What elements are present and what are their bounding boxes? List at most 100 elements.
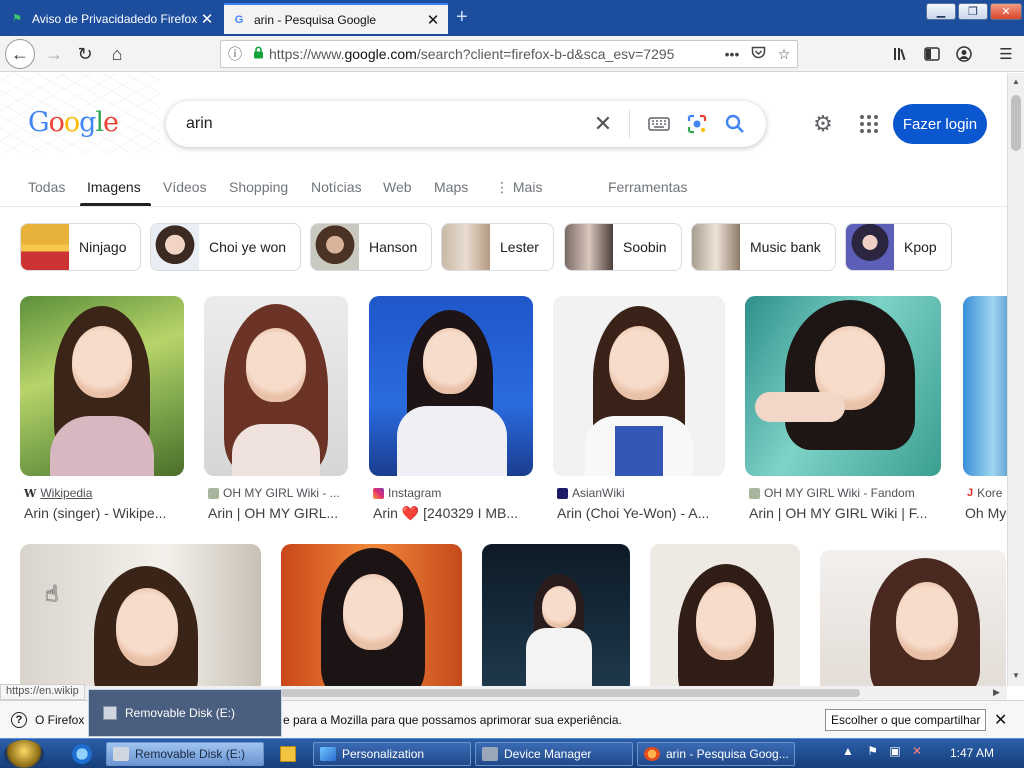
scroll-up-arrow-icon[interactable]: ▲	[1012, 77, 1020, 86]
tab-web[interactable]: Web	[383, 179, 412, 195]
tab-news[interactable]: Notícias	[311, 179, 362, 195]
result-caption[interactable]: Arin | OH MY GIRL...	[208, 505, 348, 521]
related-chip-lester[interactable]: Lester	[441, 223, 554, 271]
pocket-icon[interactable]	[745, 46, 771, 63]
taskbar-item-device-manager[interactable]: Device Manager	[475, 742, 633, 766]
result-source[interactable]: OH MY GIRL Wiki - Fandom	[749, 486, 915, 500]
site-info-icon[interactable]: ⓘ	[221, 44, 249, 64]
search-box[interactable]: arin ✕	[166, 101, 766, 147]
tab-maps[interactable]: Maps	[434, 179, 468, 195]
chip-thumbnail	[846, 224, 894, 270]
related-chip-soobin[interactable]: Soobin	[564, 223, 682, 271]
result-caption[interactable]: Arin ❤️ [240329 I MB...	[373, 505, 533, 522]
volume-muted-icon[interactable]: ✕	[912, 744, 922, 758]
screen: ⚑ Aviso de Privacidadedo Firefox ✕ G ari…	[0, 0, 1024, 768]
google-results-page: Google arin ✕ ⚙ Fazer login Todas Imagen…	[0, 73, 1007, 686]
tab-more[interactable]: ⋮ Mais	[495, 179, 542, 196]
search-magnifier-icon[interactable]	[716, 109, 754, 139]
tab-title: arin - Pesquisa Google	[254, 12, 377, 27]
reload-icon[interactable]: ↻	[71, 40, 99, 68]
sidebar-icon[interactable]	[921, 44, 943, 64]
tab-shopping[interactable]: Shopping	[229, 179, 288, 195]
result-caption[interactable]: Arin | OH MY GIRL Wiki | F...	[749, 505, 941, 521]
browser-tab-google-search[interactable]: G arin - Pesquisa Google ✕	[224, 3, 448, 34]
address-bar[interactable]: ⓘ https://www.google.com/search?client=f…	[220, 40, 798, 68]
related-chip-hanson[interactable]: Hanson	[310, 223, 433, 271]
choose-what-to-share-button[interactable]: Escolher o que compartilhar	[825, 709, 987, 731]
result-image[interactable]	[20, 296, 184, 476]
vertical-scrollbar[interactable]: ▲ ▼	[1007, 73, 1024, 686]
page-actions-menu-icon[interactable]: •••	[719, 46, 745, 62]
restore-window-icon[interactable]: ❐	[958, 3, 988, 20]
hamburger-menu-icon[interactable]: ☰	[995, 44, 1017, 64]
scroll-right-arrow-icon[interactable]: ▶	[993, 687, 1000, 698]
forward-arrow-icon[interactable]: →	[40, 40, 68, 68]
help-question-icon: ?	[11, 711, 27, 728]
close-tab-icon[interactable]: ✕	[426, 11, 440, 29]
result-caption[interactable]: Arin (singer) - Wikipe...	[24, 505, 184, 521]
system-clock[interactable]: 1:47 AM	[950, 746, 994, 760]
result-image[interactable]	[553, 296, 725, 476]
result-caption[interactable]: Arin (Choi Ye-Won) - A...	[557, 505, 725, 521]
taskbar-item-removable-disk[interactable]: Removable Disk (E:)	[106, 742, 264, 766]
browser-tab-privacy-notice[interactable]: ⚑ Aviso de Privacidadedo Firefox ✕	[2, 3, 222, 34]
back-arrow-icon[interactable]: ←	[5, 39, 35, 69]
tools-button[interactable]: Ferramentas	[608, 179, 687, 195]
result-image[interactable]	[482, 544, 630, 686]
google-lens-icon[interactable]	[678, 109, 716, 139]
result-image[interactable]	[650, 544, 800, 686]
google-apps-icon[interactable]	[858, 113, 880, 135]
action-center-flag-icon[interactable]: ⚑	[867, 744, 878, 758]
tab-images[interactable]: Imagens	[87, 179, 141, 195]
horizontal-scrollbar-thumb[interactable]	[280, 689, 860, 697]
result-image[interactable]	[281, 544, 462, 686]
clear-search-icon[interactable]: ✕	[587, 111, 619, 137]
result-image[interactable]	[204, 296, 348, 476]
scroll-down-arrow-icon[interactable]: ▼	[1012, 671, 1020, 680]
google-logo[interactable]: Google	[28, 107, 119, 138]
result-source[interactable]: J Kore	[967, 486, 1002, 500]
minimize-window-icon[interactable]: ▁	[926, 3, 956, 20]
vertical-scrollbar-thumb[interactable]	[1011, 95, 1021, 151]
taskbar-item-personalization[interactable]: Personalization	[313, 742, 471, 766]
related-chip-choi-ye-won[interactable]: Choi ye won	[150, 223, 302, 271]
result-image[interactable]	[745, 296, 941, 476]
bookmark-star-icon[interactable]: ☆	[771, 46, 797, 63]
search-input[interactable]: arin	[166, 115, 587, 133]
related-chip-music-bank[interactable]: Music bank	[691, 223, 836, 271]
result-image[interactable]	[369, 296, 533, 476]
result-source[interactable]: AsianWiki	[557, 486, 625, 500]
network-icon[interactable]: ▣	[889, 744, 900, 758]
close-window-icon[interactable]: ✕	[990, 3, 1022, 20]
keyboard-icon[interactable]	[640, 109, 678, 139]
close-tab-icon[interactable]: ✕	[200, 10, 214, 28]
related-chip-kpop[interactable]: Kpop	[845, 223, 952, 271]
account-icon[interactable]	[953, 44, 975, 64]
personalization-icon	[320, 747, 336, 761]
fandom-source-icon	[749, 487, 760, 499]
tray-expand-icon[interactable]: ▲	[842, 744, 854, 758]
tab-all[interactable]: Todas	[28, 179, 65, 195]
result-image[interactable]	[20, 544, 261, 686]
home-icon[interactable]: ⌂	[103, 40, 131, 68]
taskbar-tooltip: Removable Disk (E:)	[88, 689, 282, 737]
status-link-preview: https://en.wikip	[0, 684, 85, 700]
tab-videos[interactable]: Vídeos	[163, 179, 207, 195]
taskbar-item-firefox[interactable]: arin - Pesquisa Goog...	[637, 742, 795, 766]
result-image[interactable]	[820, 550, 1006, 686]
new-tab-icon[interactable]: +	[456, 6, 468, 29]
internet-explorer-icon[interactable]	[72, 744, 92, 764]
media-player-icon[interactable]	[280, 746, 296, 762]
result-source[interactable]: Instagram	[373, 486, 441, 500]
result-source[interactable]: OH MY GIRL Wiki - ...	[208, 486, 340, 500]
result-image[interactable]	[963, 296, 1007, 476]
result-source[interactable]: W Wikipedia	[24, 486, 92, 500]
result-caption[interactable]: Oh My	[965, 505, 1007, 521]
library-icon[interactable]	[890, 44, 912, 64]
chip-thumbnail	[21, 224, 69, 270]
related-chip-ninjago[interactable]: Ninjago	[20, 223, 142, 271]
settings-gear-icon[interactable]: ⚙	[810, 111, 836, 137]
close-notice-icon[interactable]: ✕	[994, 710, 1007, 730]
start-orb-icon[interactable]	[4, 740, 44, 768]
sign-in-button[interactable]: Fazer login	[893, 104, 987, 144]
